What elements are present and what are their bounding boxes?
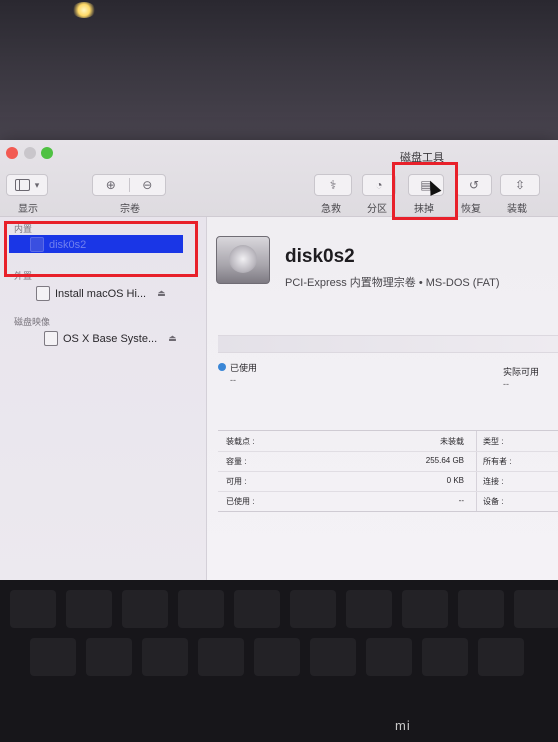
used-label: 已使用 [230, 363, 258, 373]
info-value: 255.64 GB [425, 456, 464, 465]
available-label: 实际可用 [503, 367, 540, 377]
sidebar-item-label: Install macOS Hi... [55, 287, 147, 300]
info-value: 0 KB [446, 476, 464, 485]
first-aid-label: 急救 [321, 204, 341, 215]
table-row: 装载点 : 未装载 类型 : [218, 431, 558, 452]
eject-icon[interactable]: ⏏ [157, 288, 166, 299]
table-row: 容量 : 255.64 GB 所有者 : [218, 451, 558, 472]
hard-drive-icon [216, 236, 270, 284]
first-aid-button[interactable]: ⚕ [314, 174, 352, 196]
stethoscope-icon: ⚕ [329, 178, 337, 192]
view-button[interactable]: ▾ [6, 174, 48, 196]
partition-label: 分区 [367, 204, 387, 215]
minimize-button[interactable] [24, 147, 36, 159]
add-volume-icon: ⊕ [93, 178, 130, 192]
mount-label: 装载 [507, 204, 527, 215]
chevron-down-icon: ▾ [34, 179, 40, 190]
zoom-button[interactable] [41, 147, 53, 159]
info-key: 类型 : [483, 437, 504, 446]
volume-button-group[interactable]: ⊕ ⊖ [92, 174, 166, 196]
sidebar-item-label: OS X Base Syste... [63, 332, 158, 345]
restore-button[interactable]: ↺ [456, 174, 492, 196]
eject-icon[interactable]: ⏏ [168, 333, 177, 344]
disk-icon [44, 331, 58, 346]
volume-label: 宗卷 [120, 204, 140, 215]
used-value: -- [230, 375, 236, 385]
info-key: 连接 : [483, 477, 504, 486]
sidebar-item-os-x-base[interactable]: OS X Base Syste... ⏏ [44, 331, 177, 346]
info-key: 已使用 : [226, 497, 255, 506]
partition-icon: ◔ [375, 178, 383, 192]
mount-button[interactable]: ⇳ [500, 174, 540, 196]
restore-label: 恢复 [461, 204, 481, 215]
used-legend-dot [218, 363, 226, 371]
info-key: 装载点 : [226, 437, 255, 446]
close-button[interactable] [6, 147, 18, 159]
sidebar-item-install-macos[interactable]: Install macOS Hi... ⏏ [36, 286, 166, 301]
remove-volume-icon: ⊖ [142, 178, 153, 192]
toolbar: 磁盘工具 ▾ 显示 ⊕ ⊖ 宗卷 ⚕ 急救 ◔ 分区 ▤ 抹掉 ↺ 恢复 ⇳ 装… [0, 140, 558, 217]
mount-icon: ⇳ [514, 178, 526, 192]
sidebar-icon [14, 179, 30, 191]
usage-bar [218, 335, 558, 353]
info-key: 所有者 : [483, 457, 512, 466]
brand-logo: mi [395, 718, 411, 733]
available-value: -- [503, 379, 509, 389]
table-row: 已使用 : -- 设备 : [218, 491, 558, 511]
annotation-box-disk [4, 221, 198, 277]
info-key: 可用 : [226, 477, 247, 486]
section-images: 磁盘映像 [14, 317, 51, 327]
table-row: 可用 : 0 KB 连接 : [218, 471, 558, 492]
info-table: 装载点 : 未装载 类型 : 容量 : 255.64 GB 所有者 : 可用 :… [218, 430, 558, 512]
info-key: 容量 : [226, 457, 247, 466]
disk-name: disk0s2 [285, 246, 355, 267]
info-key: 设备 : [483, 497, 504, 506]
light-glare [72, 2, 96, 18]
screen-bezel [0, 0, 558, 150]
info-value: 未装载 [440, 437, 464, 446]
partition-button[interactable]: ◔ [362, 174, 396, 196]
disk-utility-window: 磁盘工具 ▾ 显示 ⊕ ⊖ 宗卷 ⚕ 急救 ◔ 分区 ▤ 抹掉 ↺ 恢复 ⇳ 装… [0, 140, 558, 580]
view-label: 显示 [18, 204, 38, 215]
disk-icon [36, 286, 50, 301]
restore-icon: ↺ [468, 178, 480, 192]
info-value: -- [458, 496, 464, 505]
keyboard [0, 580, 558, 742]
annotation-box-erase [392, 162, 458, 220]
disk-subtitle: PCI-Express 内置物理宗卷 • MS-DOS (FAT) [285, 277, 500, 289]
